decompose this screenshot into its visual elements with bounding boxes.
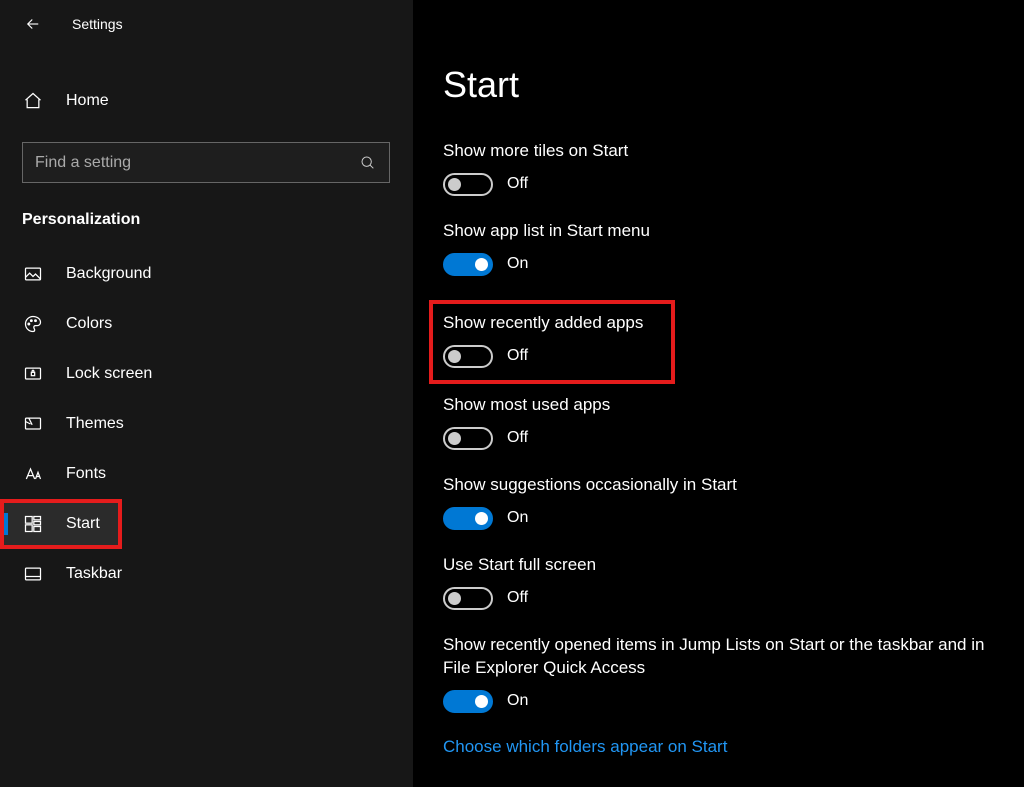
home-icon [22,90,44,112]
setting-suggestions: Show suggestions occasionally in Start O… [443,474,1024,530]
main-content: Start Show more tiles on Start Off Show … [413,0,1024,787]
fonts-icon [22,463,44,485]
sidebar-item-start[interactable]: Start [4,503,118,545]
home-label: Home [66,92,109,110]
taskbar-icon [22,563,44,585]
sidebar-item-label: Colors [66,315,112,333]
sidebar-item-label: Taskbar [66,565,122,583]
sidebar: Settings Home Personalization Background [0,0,413,787]
setting-label: Show more tiles on Start [443,140,1013,163]
sidebar-item-taskbar[interactable]: Taskbar [0,549,413,599]
sidebar-item-label: Fonts [66,465,106,483]
lock-screen-icon [22,363,44,385]
setting-label: Show suggestions occasionally in Start [443,474,1013,497]
setting-label: Show recently opened items in Jump Lists… [443,634,1013,680]
window-header: Settings [0,0,413,48]
window-title: Settings [72,16,123,32]
sidebar-item-colors[interactable]: Colors [0,299,413,349]
toggle-state: On [507,509,528,527]
section-title: Personalization [0,183,413,249]
start-tiles-icon [22,513,44,535]
toggle-state: Off [507,429,528,447]
search-box[interactable] [22,142,390,183]
palette-icon [22,313,44,335]
annotation-highlight-recently-added: Show recently added apps Off [429,300,675,384]
setting-label: Show most used apps [443,394,1013,417]
toggle-most-used[interactable] [443,427,493,450]
sidebar-item-label: Themes [66,415,124,433]
image-icon [22,263,44,285]
sidebar-item-fonts[interactable]: Fonts [0,449,413,499]
setting-jump-lists: Show recently opened items in Jump Lists… [443,634,1024,713]
setting-full-screen: Use Start full screen Off [443,554,1024,610]
setting-label: Use Start full screen [443,554,1013,577]
home-nav[interactable]: Home [0,76,413,126]
toggle-state: Off [507,589,528,607]
sidebar-item-themes[interactable]: Themes [0,399,413,449]
search-input[interactable] [35,154,359,172]
setting-app-list: Show app list in Start menu On [443,220,1024,276]
toggle-app-list[interactable] [443,253,493,276]
toggle-recently-added[interactable] [443,345,493,368]
sidebar-item-label: Start [66,515,100,533]
sidebar-item-background[interactable]: Background [0,249,413,299]
setting-most-used: Show most used apps Off [443,394,1024,450]
search-icon [359,154,377,172]
toggle-state: On [507,255,528,273]
toggle-full-screen[interactable] [443,587,493,610]
toggle-state: Off [507,347,528,365]
toggle-state: On [507,692,528,710]
back-icon[interactable] [22,13,44,35]
page-title: Start [443,64,1024,106]
sidebar-item-lock-screen[interactable]: Lock screen [0,349,413,399]
setting-more-tiles: Show more tiles on Start Off [443,140,1024,196]
toggle-more-tiles[interactable] [443,173,493,196]
setting-label: Show app list in Start menu [443,220,1013,243]
setting-label: Show recently added apps [443,312,643,335]
toggle-jump-lists[interactable] [443,690,493,713]
toggle-state: Off [507,175,528,193]
search-container [0,126,413,183]
themes-icon [22,413,44,435]
sidebar-item-label: Background [66,265,151,283]
choose-folders-link[interactable]: Choose which folders appear on Start [443,737,1024,757]
annotation-highlight-start: Start [0,499,122,549]
setting-recently-added: Show recently added apps Off [443,312,643,368]
toggle-suggestions[interactable] [443,507,493,530]
sidebar-item-label: Lock screen [66,365,152,383]
